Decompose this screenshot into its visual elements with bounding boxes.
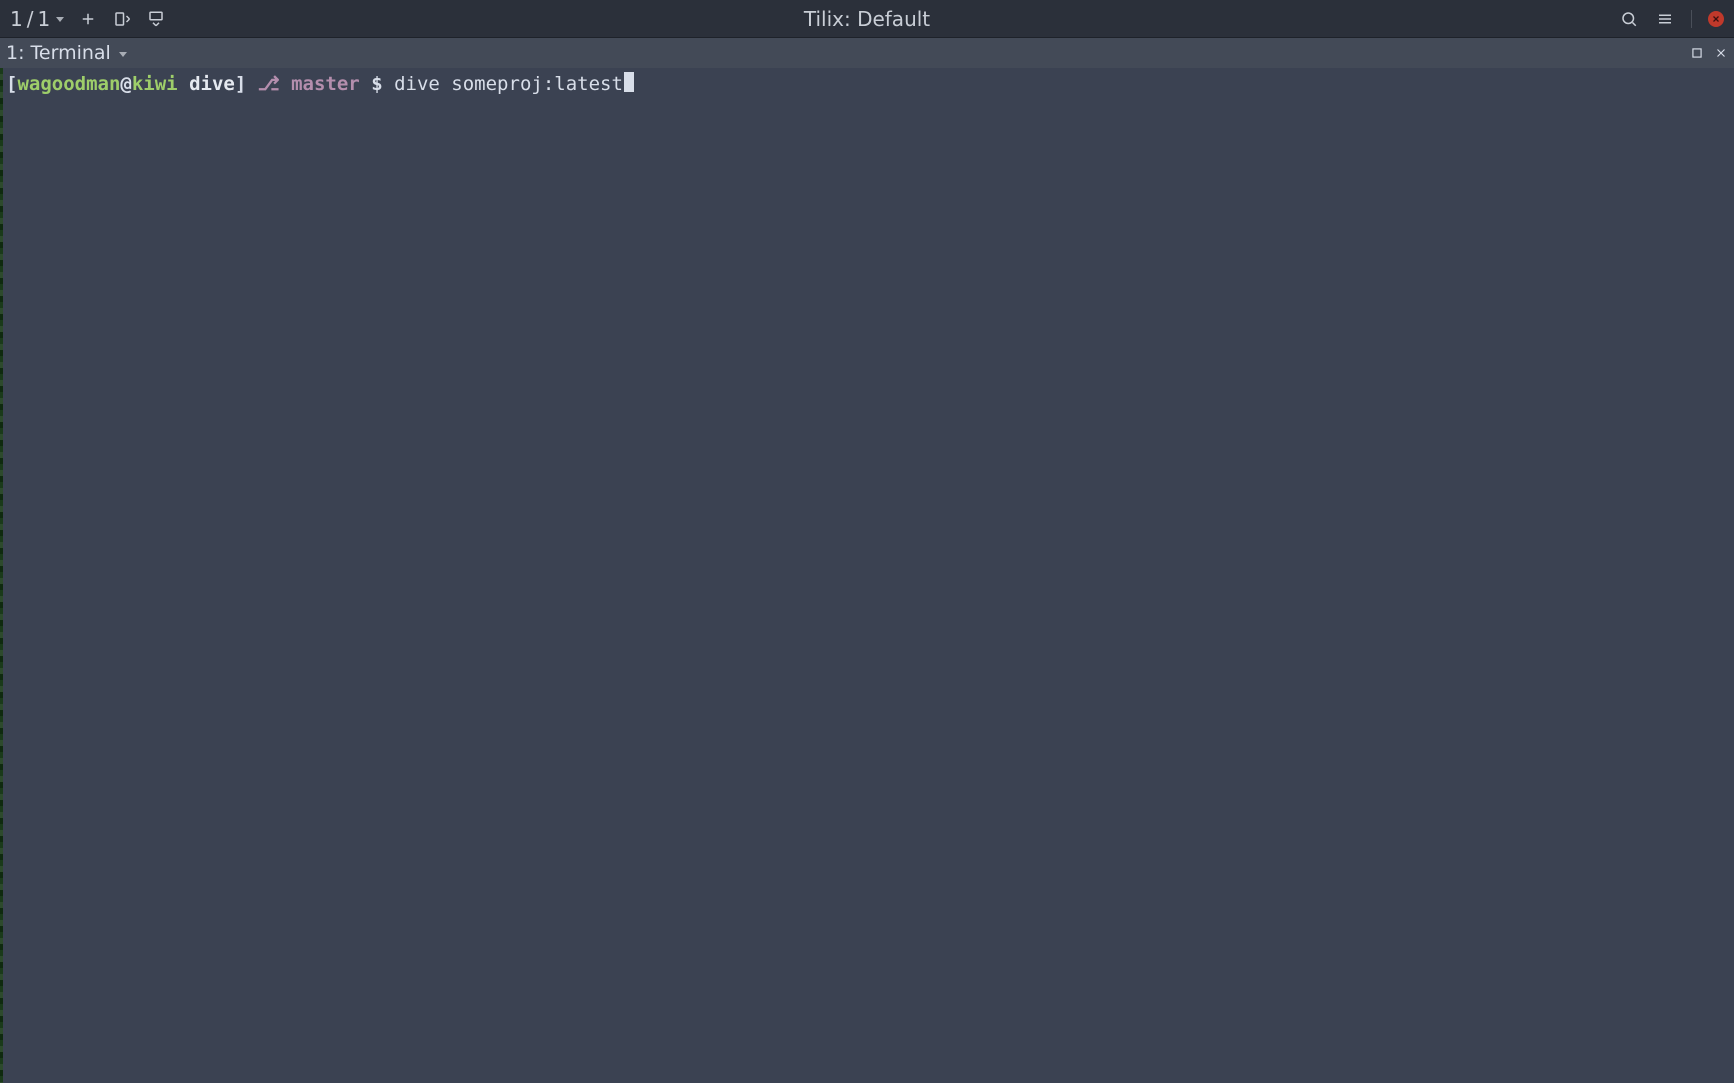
prompt-open-bracket: [	[6, 72, 17, 96]
search-button[interactable]	[1619, 9, 1639, 29]
chevron-down-icon	[119, 52, 127, 57]
prompt-dollar: $	[371, 72, 382, 96]
add-session-button[interactable]	[78, 9, 98, 29]
git-branch-icon: ⎇	[258, 72, 280, 96]
prompt-user: wagoodman	[17, 72, 120, 96]
toolbar-divider	[1691, 10, 1692, 28]
maximize-pane-button[interactable]	[1690, 46, 1704, 60]
terminal-left-accent	[0, 68, 3, 1083]
window-toolbar: 1 / 1 Tilix: Default	[0, 0, 1734, 38]
session-current: 1	[10, 7, 23, 31]
split-down-button[interactable]	[146, 9, 166, 29]
terminal-tab[interactable]: 1: Terminal	[6, 42, 127, 64]
chevron-down-icon	[56, 17, 64, 22]
toolbar-left-group: 1 / 1	[10, 7, 166, 31]
terminal-pane[interactable]: [wagoodman@kiwi dive] ⎇ master $ dive so…	[0, 68, 1734, 1083]
command-input-text: dive someproj:latest	[394, 72, 623, 96]
session-total: 1	[37, 7, 50, 31]
prompt-dir: dive	[189, 72, 235, 96]
close-pane-button[interactable]	[1714, 46, 1728, 60]
menu-button[interactable]	[1655, 9, 1675, 29]
split-right-button[interactable]	[112, 9, 132, 29]
session-separator: /	[27, 7, 34, 31]
toolbar-right-group	[1619, 9, 1724, 29]
prompt-line: [wagoodman@kiwi dive] ⎇ master $ dive so…	[6, 72, 1728, 96]
window-title: Tilix: Default	[804, 7, 930, 31]
session-switcher[interactable]: 1 / 1	[10, 7, 64, 31]
tab-controls	[1690, 46, 1728, 60]
tab-bar: 1: Terminal	[0, 38, 1734, 68]
prompt-space	[178, 72, 189, 96]
prompt-git-branch: master	[291, 72, 360, 96]
tab-label-text: 1: Terminal	[6, 42, 111, 64]
prompt-at: @	[120, 72, 131, 96]
prompt-space	[280, 72, 291, 96]
prompt-space	[246, 72, 257, 96]
prompt-close-bracket: ]	[235, 72, 246, 96]
prompt-space	[383, 72, 394, 96]
window-close-button[interactable]	[1708, 11, 1724, 27]
terminal-cursor	[624, 72, 634, 92]
prompt-space	[360, 72, 371, 96]
prompt-host: kiwi	[132, 72, 178, 96]
